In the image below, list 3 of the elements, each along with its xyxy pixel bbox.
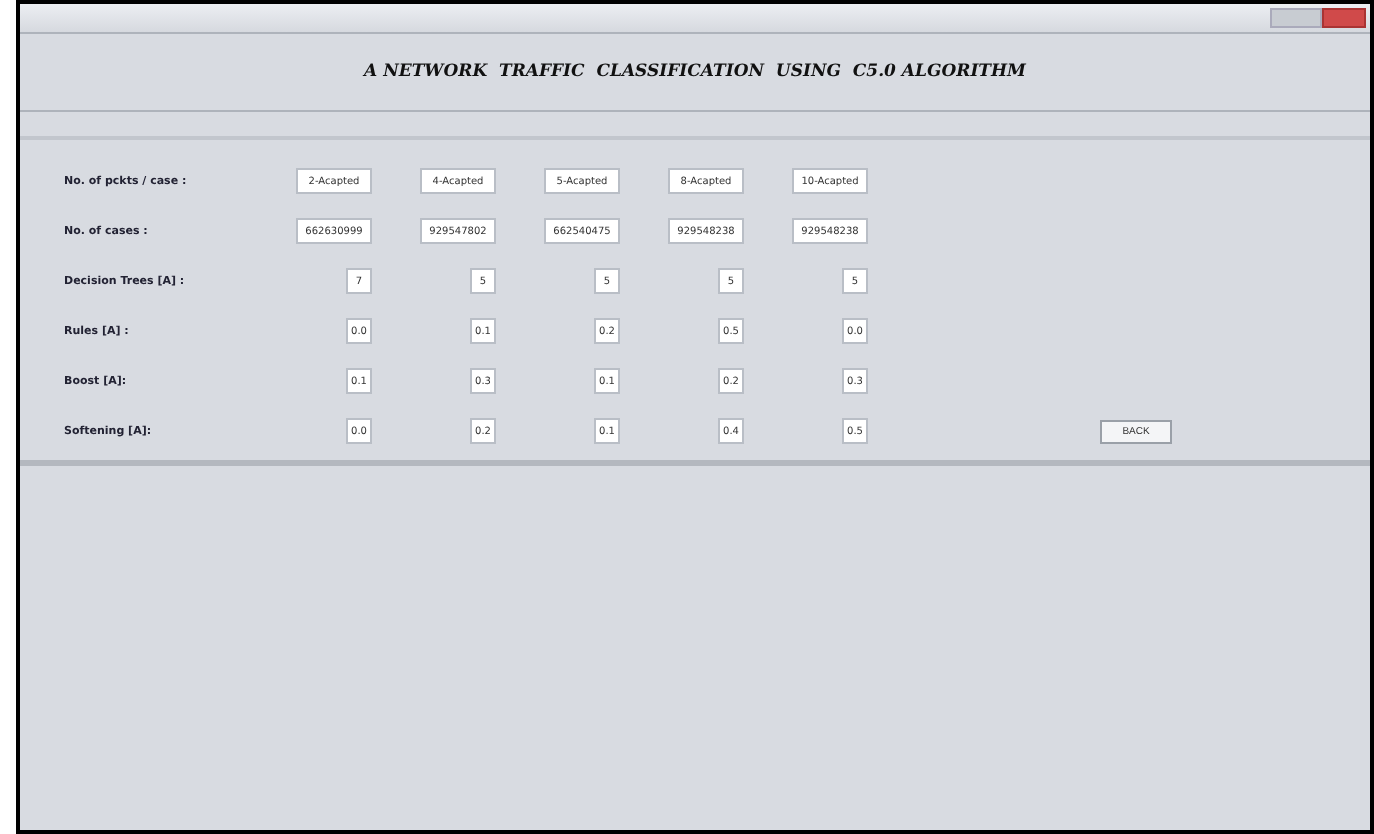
close-icon[interactable] <box>1322 8 1366 28</box>
window-controls-icon[interactable] <box>1270 8 1322 28</box>
window-title: A NETWORK TRAFFIC CLASSIFICATION USING C5.0 ALGORITHM <box>364 62 1026 82</box>
